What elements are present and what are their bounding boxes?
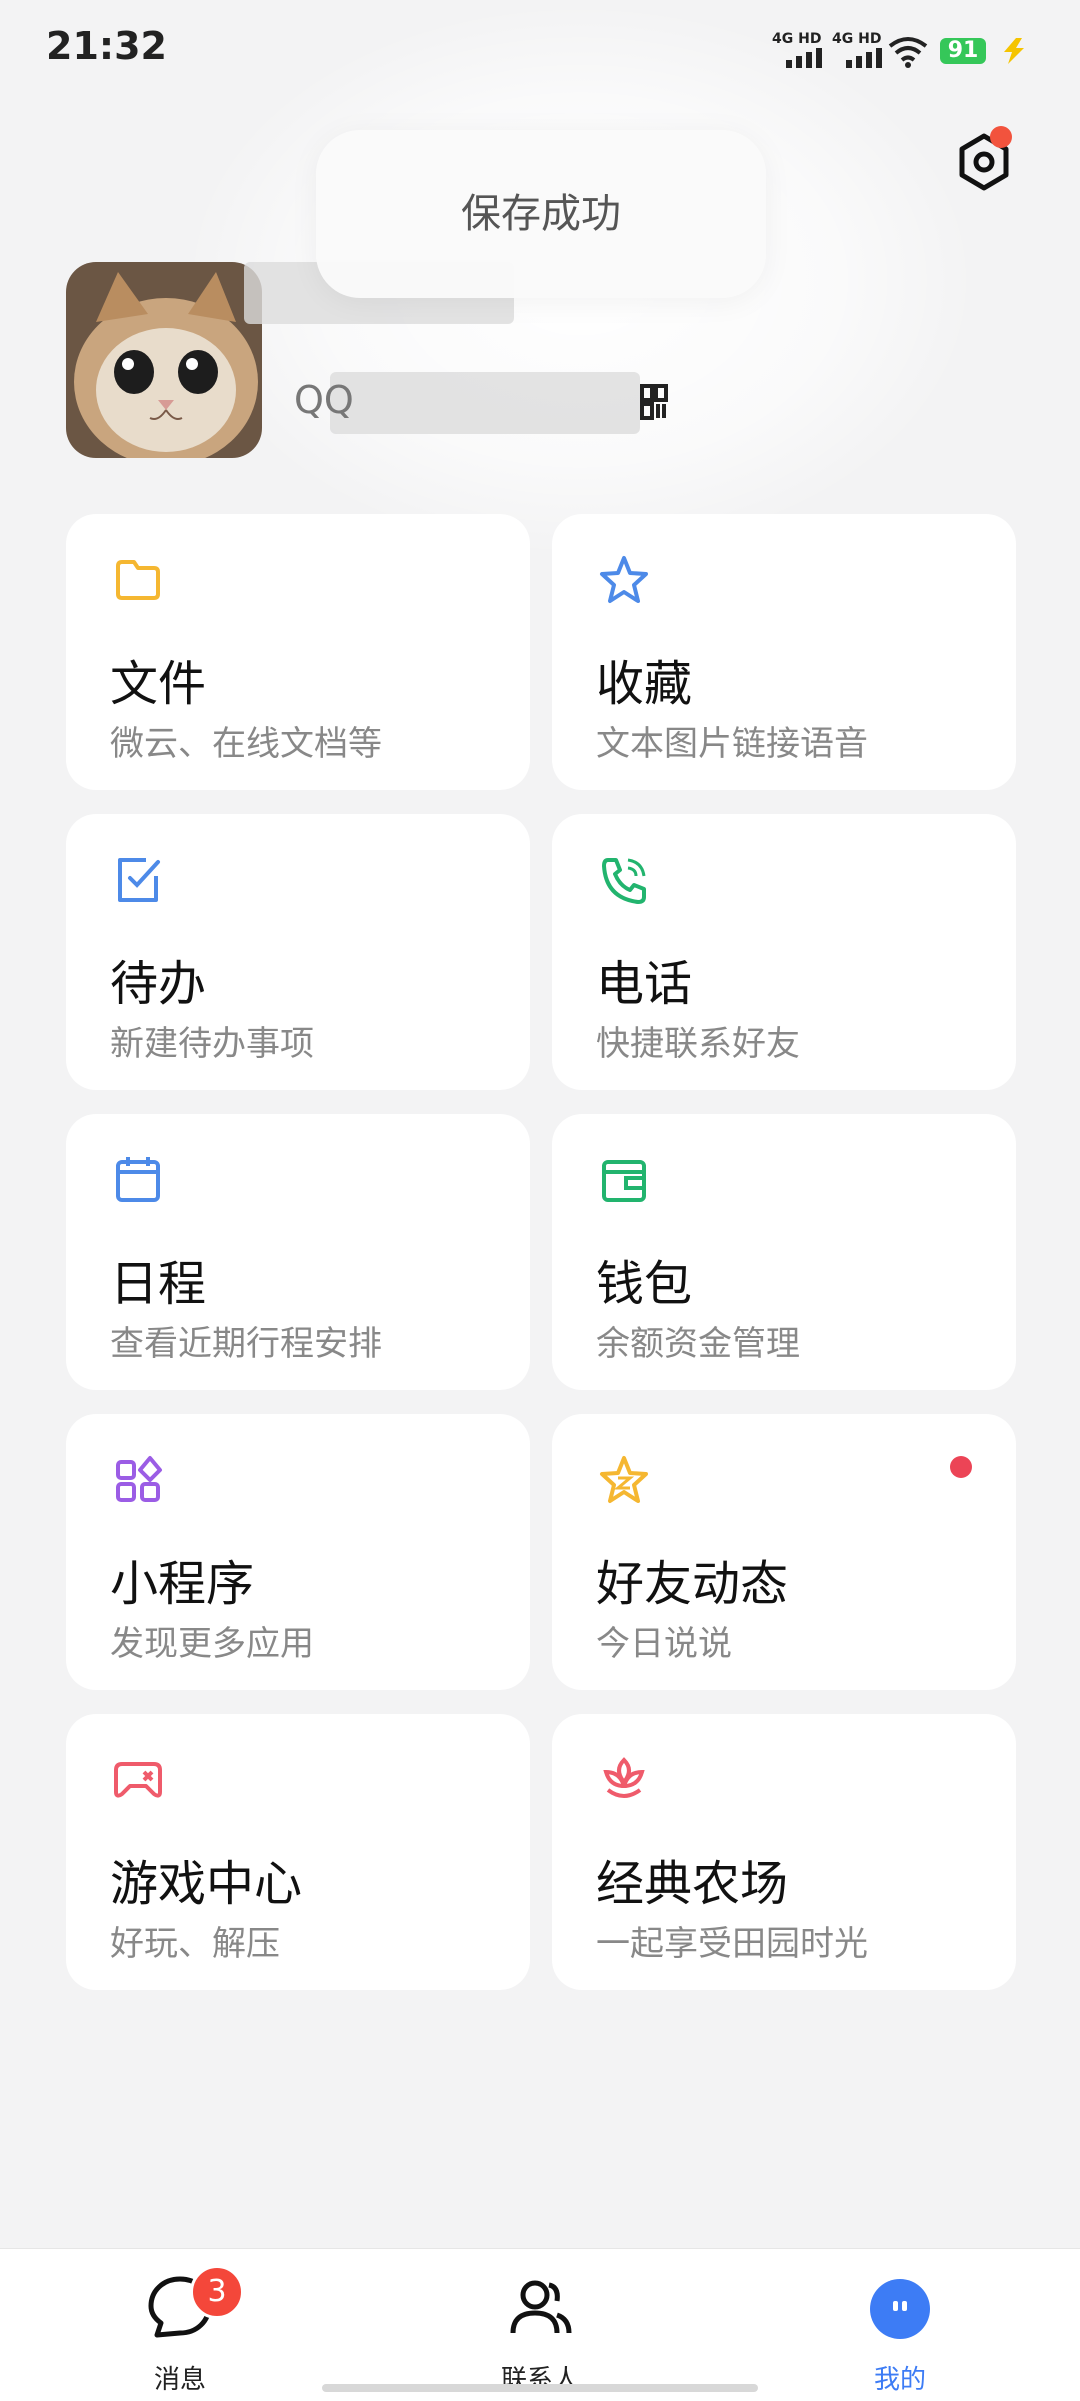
star-icon: [600, 556, 648, 603]
card-todo[interactable]: 待办 新建待办事项: [66, 814, 530, 1090]
phone-icon: [602, 858, 646, 904]
card-title: 收藏: [596, 656, 693, 712]
card-subtitle: 微云、在线文档等: [110, 724, 382, 764]
card-subtitle: 快捷联系好友: [596, 1024, 800, 1064]
battery-level: 91: [940, 38, 986, 64]
qq-number-redacted: [330, 372, 640, 434]
wallet-icon: [602, 1160, 646, 1202]
settings-notification-dot: [990, 126, 1012, 148]
card-title: 经典农场: [596, 1856, 789, 1912]
card-title: 日程: [110, 1256, 207, 1312]
card-calendar[interactable]: 日程 查看近期行程安排: [66, 1114, 530, 1390]
signal-bars-2-icon: [846, 46, 882, 68]
card-title: 好友动态: [596, 1556, 789, 1612]
avatar[interactable]: [66, 262, 262, 458]
folder-icon: [116, 560, 160, 600]
card-game-center[interactable]: 游戏中心 好玩、解压: [66, 1714, 530, 1990]
tab-messages[interactable]: 3 消息: [100, 2265, 260, 2395]
gamepad-icon: [114, 1762, 162, 1798]
contacts-icon: [510, 2280, 572, 2334]
friend-feed-notification-dot: [950, 1456, 972, 1478]
card-subtitle: 好玩、解压: [110, 1924, 280, 1964]
messages-unread-badge: 3: [190, 2265, 244, 2319]
card-farm[interactable]: 经典农场 一起享受田园时光: [552, 1714, 1016, 1990]
mini-program-icon: [116, 1456, 162, 1502]
card-title: 钱包: [596, 1256, 693, 1312]
card-subtitle: 文本图片链接语音: [596, 724, 868, 764]
qr-code-icon[interactable]: [640, 384, 668, 420]
card-favorites[interactable]: 收藏 文本图片链接语音: [552, 514, 1016, 790]
bottom-navigation: 3 消息 联系人 我的: [0, 2248, 1080, 2401]
card-friend-feed[interactable]: 好友动态 今日说说: [552, 1414, 1016, 1690]
card-title: 电话: [596, 956, 693, 1012]
me-face-icon: [870, 2279, 930, 2339]
tab-me-label: 我的: [873, 2365, 926, 2395]
tab-me[interactable]: 我的: [820, 2271, 980, 2395]
card-subtitle: 今日说说: [596, 1624, 732, 1664]
card-subtitle: 一起享受田园时光: [596, 1924, 868, 1964]
wifi-icon: [888, 37, 928, 68]
card-subtitle: 查看近期行程安排: [110, 1324, 382, 1364]
card-phone[interactable]: 电话 快捷联系好友: [552, 814, 1016, 1090]
tab-messages-label: 消息: [153, 2365, 206, 2395]
card-title: 文件: [110, 656, 207, 712]
charging-bolt-icon: [1004, 38, 1024, 64]
card-title: 小程序: [110, 1556, 255, 1612]
card-title: 待办: [110, 956, 207, 1012]
card-subtitle: 发现更多应用: [110, 1624, 314, 1664]
card-title: 游戏中心: [110, 1856, 303, 1912]
card-subtitle: 新建待办事项: [110, 1024, 314, 1064]
farm-plant-icon: [603, 1757, 645, 1798]
card-mini-programs[interactable]: 小程序 发现更多应用: [66, 1414, 530, 1690]
network-label-2: 4G HD: [832, 31, 882, 47]
status-bar: 21:32 4G HD 4G HD 91: [0, 0, 1080, 100]
home-indicator[interactable]: [322, 2384, 758, 2392]
qq-number-prefix: QQ: [294, 378, 354, 422]
save-success-toast: 保存成功: [316, 130, 766, 298]
settings-button[interactable]: [952, 126, 1016, 194]
todo-icon: [118, 858, 160, 902]
friend-feed-star-icon: [600, 1456, 648, 1503]
calendar-icon: [116, 1157, 160, 1202]
card-files[interactable]: 文件 微云、在线文档等: [66, 514, 530, 790]
tab-contacts[interactable]: 联系人: [460, 2271, 620, 2395]
status-time: 21:32: [46, 24, 167, 68]
signal-bars-1-icon: [786, 46, 822, 68]
network-label-1: 4G HD: [772, 31, 822, 47]
card-wallet[interactable]: 钱包 余额资金管理: [552, 1114, 1016, 1390]
cat-avatar-image: [66, 262, 262, 458]
card-subtitle: 余额资金管理: [596, 1324, 800, 1364]
